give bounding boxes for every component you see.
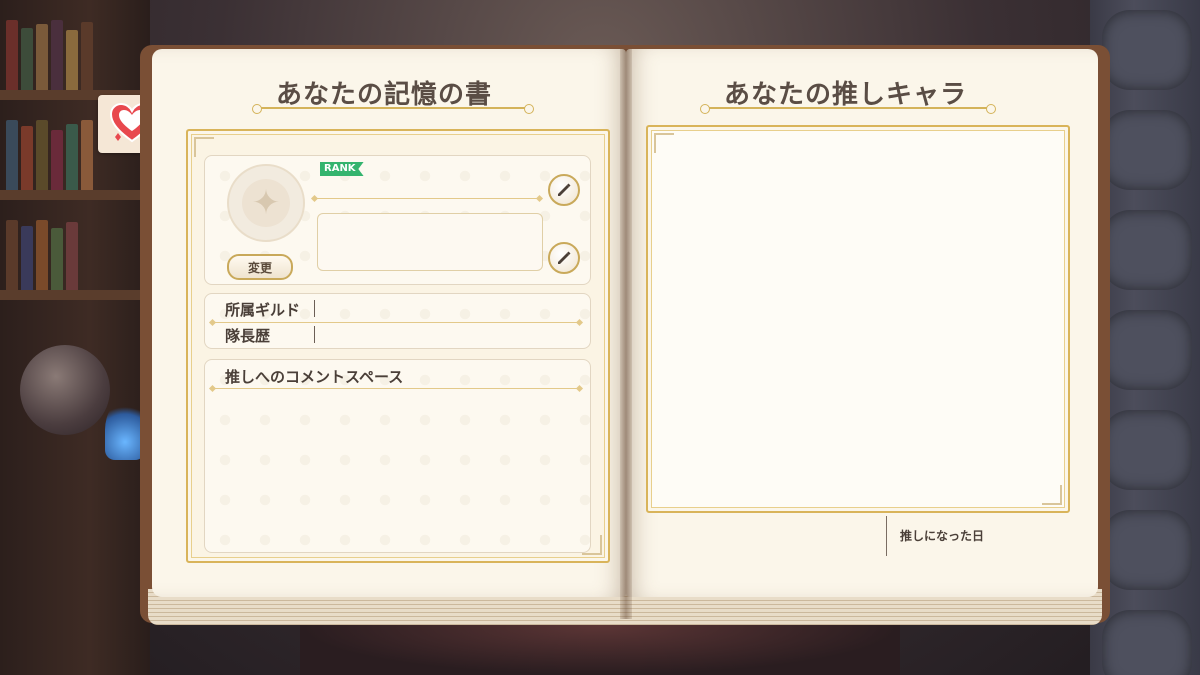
- right-page-title: あなたの推しキャラ: [724, 80, 968, 110]
- globe: [20, 345, 110, 435]
- guild-separator: [314, 300, 315, 317]
- guild-label: 所属ギルド: [225, 301, 301, 319]
- left-page-title: あなたの記憶の書: [276, 80, 493, 110]
- pencil-icon: [558, 251, 571, 264]
- edit-name-button[interactable]: [548, 242, 580, 274]
- star-icon: ✦: [242, 179, 290, 227]
- character-emblem: ✦: [227, 164, 305, 242]
- guild-info-card: 所属ギルド 隊長歴: [204, 293, 591, 349]
- captain-separator: [314, 326, 315, 343]
- captain-history-label: 隊長歴: [225, 327, 271, 345]
- comment-label: 推しへのコメントスペース: [225, 368, 404, 386]
- title-underline: [252, 104, 534, 114]
- character-frame[interactable]: [646, 125, 1070, 513]
- name-field[interactable]: [317, 213, 543, 271]
- change-emblem-button[interactable]: 変更: [227, 254, 293, 280]
- right-page: あなたの推しキャラ 推しになった日: [626, 49, 1098, 597]
- comment-card[interactable]: 推しへのコメントスペース: [204, 359, 591, 553]
- book-spine: [620, 49, 632, 619]
- date-separator: [886, 516, 887, 556]
- flask: [105, 400, 145, 460]
- profile-frame: ✦ 変更 RANK 所属ギルド 隊長歴 推しへのコメントスペース: [186, 129, 610, 563]
- rank-line: [315, 198, 539, 199]
- profile-card: ✦ 変更 RANK: [204, 155, 591, 285]
- rank-badge: RANK: [320, 162, 364, 176]
- comment-divider: [213, 388, 579, 389]
- memory-book: あなたの記憶の書 ✦ 変更 RANK 所属ギルド 隊長歴 推しへのコメントスペー…: [140, 45, 1110, 625]
- pencil-icon: [558, 183, 571, 196]
- info-divider: [213, 322, 579, 323]
- edit-rank-button[interactable]: [548, 174, 580, 206]
- left-page: あなたの記憶の書 ✦ 変更 RANK 所属ギルド 隊長歴 推しへのコメントスペー…: [152, 49, 626, 597]
- oshi-date-label: 推しになった日: [900, 529, 985, 543]
- title-underline: [700, 104, 996, 114]
